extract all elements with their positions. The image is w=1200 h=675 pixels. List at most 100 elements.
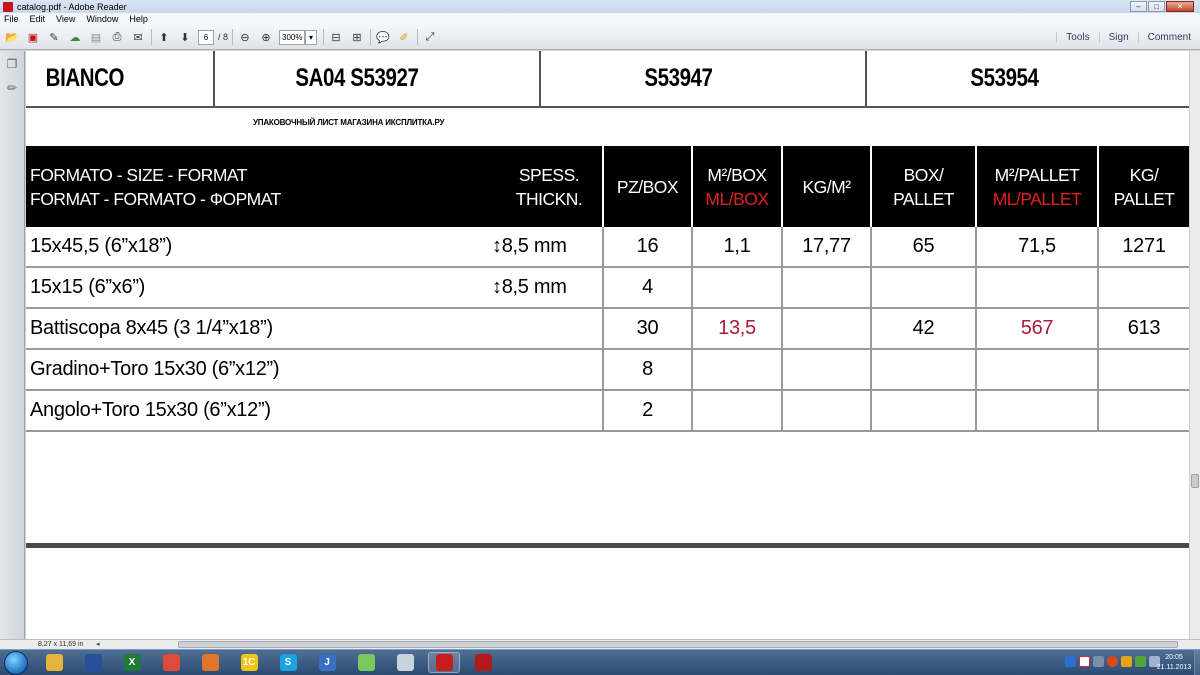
taskbar-app-excel[interactable]: X [116, 652, 148, 673]
taskbar-app-skype[interactable]: S [272, 652, 304, 673]
attachments-icon[interactable]: ✏ [5, 81, 19, 95]
header-line: PALLET [1113, 188, 1175, 209]
save-icon [84, 654, 102, 671]
title-bar: catalog.pdf - Adobe Reader – □ ✕ [0, 0, 1200, 13]
header-pz-box: PZ/BOX [602, 146, 691, 227]
menu-file[interactable]: File [4, 14, 19, 24]
page-number-input[interactable]: 6 [198, 29, 214, 45]
acrobat-icon [435, 654, 453, 671]
menu-window[interactable]: Window [86, 14, 118, 24]
taskbar-app-acrobat[interactable] [428, 652, 460, 673]
menu-edit[interactable]: Edit [30, 14, 46, 24]
table-row: 15x45,5 (6”x18”) ↕8,5 mm 16 1,1 17,77 65 71,5 1… [26, 227, 1189, 268]
cell-box-pallet: 42 [870, 309, 975, 348]
speaker-icon[interactable] [1093, 656, 1104, 667]
save-icon[interactable]: ▤ [88, 29, 104, 45]
taskbar-app-paint[interactable] [389, 652, 421, 673]
taskbar-app-chrome[interactable] [155, 652, 187, 673]
table-header-row: FORMATO - SIZE - FORMAT FORMAT - FORMATO… [26, 146, 1189, 227]
highlight-icon[interactable]: ✐ [396, 29, 412, 45]
page-thumbnails-icon[interactable]: ❐ [5, 57, 19, 71]
flag-icon[interactable] [1079, 656, 1090, 667]
zoom-out-icon[interactable]: ⊖ [237, 29, 253, 45]
cell-kg-m2 [781, 309, 870, 348]
notification-icon[interactable] [1121, 656, 1132, 667]
scrollbar-thumb[interactable] [178, 641, 1178, 648]
document-view[interactable]: BIANCO SA04 S53927 S53947 S53954 УПАКОВО… [26, 51, 1189, 639]
taskbar-app-1c[interactable]: 1C [233, 652, 265, 673]
fit-page-icon[interactable]: ⊟ [328, 29, 344, 45]
cell-pz-box: 16 [602, 227, 691, 266]
bottom-divider [26, 543, 1189, 548]
system-tray [1065, 656, 1160, 667]
comment-icon[interactable]: 💬 [375, 29, 391, 45]
taskbar-app-pdf-tool[interactable] [467, 652, 499, 673]
vertical-scrollbar[interactable] [1189, 51, 1200, 639]
excel-icon: X [123, 654, 141, 671]
menu-help[interactable]: Help [129, 14, 148, 24]
menu-view[interactable]: View [56, 14, 75, 24]
tools-link[interactable]: Tools [1056, 31, 1098, 43]
taskbar-app-firefox[interactable] [194, 652, 226, 673]
cell-m2-box [691, 268, 781, 307]
scrollbar-thumb[interactable] [1191, 474, 1199, 488]
header-line-red: ML/BOX [705, 188, 769, 209]
cell-pz-box: 30 [602, 309, 691, 348]
zoom-dropdown[interactable]: ▾ [305, 29, 318, 45]
header-line: KG/ [1129, 164, 1159, 185]
cell-thickness: ↕8,5 mm [492, 276, 567, 298]
eraser-icon [357, 654, 375, 671]
comment-link[interactable]: Comment [1137, 31, 1200, 43]
header-line: PZ/BOX [616, 176, 679, 197]
cell-box-pallet [870, 391, 975, 430]
header-line-red: ML/PALLET [992, 188, 1082, 209]
cell-kg-m2 [781, 268, 870, 307]
taskbar-app-j-app[interactable]: J [311, 652, 343, 673]
minimize-button[interactable]: – [1130, 1, 1147, 12]
page-size-label: 8,27 x 11,69 in [38, 641, 84, 648]
cell-kg-m2 [781, 350, 870, 389]
fit-width-icon[interactable]: ⊞ [349, 29, 365, 45]
taskbar-app-eraser[interactable] [350, 652, 382, 673]
table-row: Gradino+Toro 15x30 (6”x12”) 8 [26, 350, 1189, 391]
window-controls: – □ ✕ [1130, 1, 1194, 12]
cell-thickness [492, 391, 602, 430]
header-thickness: SPESS. THICKN. [496, 146, 602, 227]
update-icon[interactable] [1107, 656, 1118, 667]
horizontal-scrollbar[interactable]: ◂ [96, 641, 1188, 649]
header-format: FORMATO - SIZE - FORMAT FORMAT - FORMATO… [26, 146, 496, 227]
show-desktop-button[interactable] [1194, 650, 1200, 675]
edit-icon[interactable]: ✎ [46, 29, 62, 45]
previous-page-icon[interactable]: ⬆ [156, 29, 172, 45]
zoom-in-icon[interactable]: ⊕ [258, 29, 274, 45]
cell-box-pallet [870, 268, 975, 307]
cell-format: Gradino+Toro 15x30 (6”x12”) [30, 358, 280, 380]
1c-icon: 1C [240, 654, 258, 671]
sign-link[interactable]: Sign [1098, 31, 1138, 43]
scroll-left-icon[interactable]: ◂ [96, 640, 100, 648]
language-icon[interactable] [1065, 656, 1076, 667]
start-button[interactable] [4, 651, 28, 675]
taskbar-app-save[interactable] [77, 652, 109, 673]
cell-kg-pallet [1097, 350, 1189, 389]
cell-m2-pallet: 71,5 [975, 227, 1097, 266]
header-kg-pallet: KG/ PALLET [1097, 146, 1189, 227]
window-title: catalog.pdf - Adobe Reader [17, 1, 127, 12]
product-code: SA04 S53927 [295, 64, 419, 92]
system-clock[interactable]: 20:05 21.11.2013 [1156, 653, 1192, 673]
header-line: KG/M² [802, 176, 851, 197]
print-icon[interactable]: ⎙ [109, 29, 125, 45]
next-page-icon[interactable]: ⬇ [177, 29, 193, 45]
open-file-icon[interactable]: 📂 [4, 29, 20, 45]
zoom-input[interactable]: 300% [279, 29, 306, 45]
close-button[interactable]: ✕ [1166, 1, 1194, 12]
header-kg-m2: KG/M² [781, 146, 870, 227]
create-pdf-icon[interactable]: ▣ [25, 29, 41, 45]
email-icon[interactable]: ✉ [130, 29, 146, 45]
network-icon[interactable] [1135, 656, 1146, 667]
taskbar-app-explorer[interactable] [38, 652, 70, 673]
cloud-upload-icon[interactable]: ☁ [67, 29, 83, 45]
maximize-button[interactable]: □ [1148, 1, 1165, 12]
table-row: Battiscopa 8x45 (3 1/4”x18”) 30 13,5 42 567 6… [26, 309, 1189, 350]
expand-icon[interactable]: ⤢ [422, 29, 438, 45]
